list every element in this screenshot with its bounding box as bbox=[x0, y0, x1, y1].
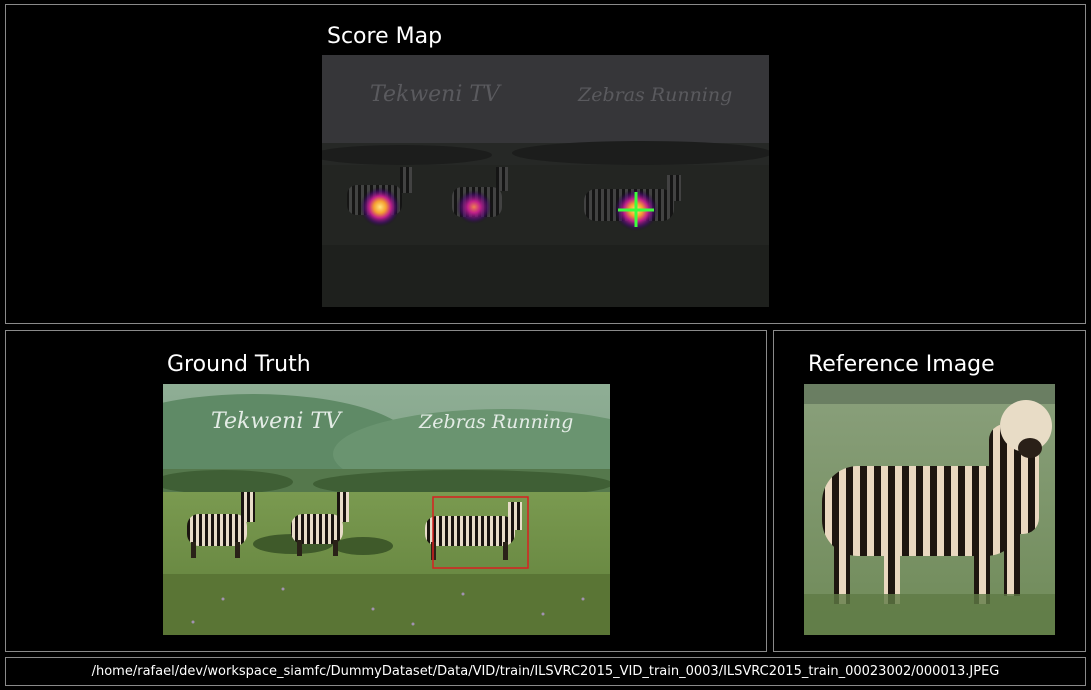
reference-panel: Reference Image bbox=[773, 330, 1086, 652]
reference-title: Reference Image bbox=[808, 352, 995, 377]
score-peak-middle bbox=[456, 190, 492, 224]
score-map-watermark-left: Tekweni TV bbox=[370, 82, 502, 107]
ground-truth-title: Ground Truth bbox=[167, 352, 311, 377]
score-map-title: Score Map bbox=[327, 24, 443, 49]
status-bar: /home/rafael/dev/workspace_siamfc/DummyD… bbox=[5, 657, 1086, 686]
ground-truth-image: Tekweni TV Zebras Running bbox=[163, 384, 610, 635]
score-map-watermark-right: Zebras Running bbox=[577, 84, 732, 106]
score-map-image: Tekweni TV Zebras Running bbox=[322, 55, 769, 307]
ground-truth-watermark-left: Tekweni TV bbox=[211, 409, 343, 434]
ground-truth-panel: Ground Truth Tekweni TV Zebras Running bbox=[5, 330, 767, 652]
ground-truth-watermark-right: Zebras Running bbox=[418, 411, 573, 433]
score-map-panel: Score Map Tekweni TV Zebras Running bbox=[5, 4, 1086, 324]
file-path-label: /home/rafael/dev/workspace_siamfc/DummyD… bbox=[91, 664, 1000, 679]
score-peak-left bbox=[360, 187, 400, 227]
reference-image bbox=[804, 384, 1055, 635]
